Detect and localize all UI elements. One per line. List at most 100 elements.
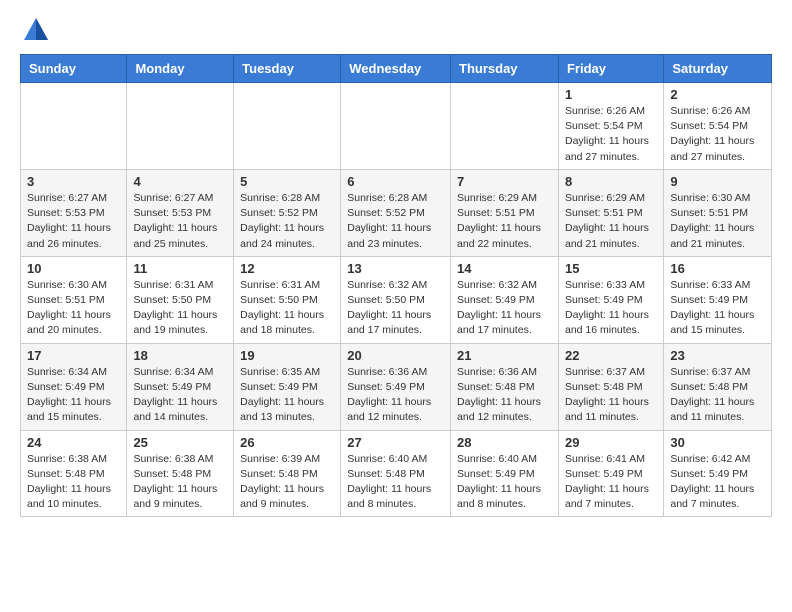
day-info: Sunrise: 6:42 AMSunset: 5:49 PMDaylight:… [670, 452, 765, 513]
day-info: Sunrise: 6:41 AMSunset: 5:49 PMDaylight:… [565, 452, 657, 513]
calendar-cell [234, 83, 341, 170]
calendar-cell: 7 Sunrise: 6:29 AMSunset: 5:51 PMDaylight… [451, 169, 559, 256]
day-info: Sunrise: 6:30 AMSunset: 5:51 PMDaylight:… [27, 278, 120, 339]
day-number: 30 [670, 435, 765, 450]
day-number: 29 [565, 435, 657, 450]
day-number: 16 [670, 261, 765, 276]
day-info: Sunrise: 6:27 AMSunset: 5:53 PMDaylight:… [133, 191, 227, 252]
day-number: 25 [133, 435, 227, 450]
calendar-cell: 20Sunrise: 6:36 AMSunset: 5:49 PMDayligh… [341, 343, 451, 430]
calendar-cell: 6Sunrise: 6:28 AMSunset: 5:52 PMDaylight… [341, 169, 451, 256]
day-info: Sunrise: 6:29 AMSunset: 5:51 PMDaylight:… [457, 191, 552, 252]
calendar-cell: 26Sunrise: 6:39 AMSunset: 5:48 PMDayligh… [234, 430, 341, 517]
day-number: 13 [347, 261, 444, 276]
day-number: 26 [240, 435, 334, 450]
calendar-cell: 21 Sunrise: 6:36 AMSunset: 5:48 PMDayligh… [451, 343, 559, 430]
day-info: Sunrise: 6:33 AMSunset: 5:49 PMDaylight:… [565, 278, 657, 339]
day-info: Sunrise: 6:37 AMSunset: 5:48 PMDaylight:… [565, 365, 657, 426]
day-number: 24 [27, 435, 120, 450]
day-info: Sunrise: 6:26 AMSunset: 5:54 PMDaylight:… [670, 104, 765, 165]
calendar-cell: 12 Sunrise: 6:31 AMSunset: 5:50 PMDayligh… [234, 256, 341, 343]
day-info: Sunrise: 6:40 AMSunset: 5:48 PMDaylight:… [347, 452, 444, 513]
day-info: Sunrise: 6:37 AMSunset: 5:48 PMDaylight:… [670, 365, 765, 426]
day-number: 21 [457, 348, 552, 363]
calendar-cell: 2 Sunrise: 6:26 AMSunset: 5:54 PMDaylight… [664, 83, 772, 170]
day-number: 28 [457, 435, 552, 450]
day-info: Sunrise: 6:27 AMSunset: 5:53 PMDaylight:… [27, 191, 120, 252]
day-number: 12 [240, 261, 334, 276]
day-info: Sunrise: 6:32 AMSunset: 5:50 PMDaylight:… [347, 278, 444, 339]
day-info: Sunrise: 6:31 AMSunset: 5:50 PMDaylight:… [133, 278, 227, 339]
col-header-monday: Monday [127, 55, 234, 83]
calendar-cell: 1 Sunrise: 6:26 AMSunset: 5:54 PMDaylight… [558, 83, 663, 170]
day-number: 7 [457, 174, 552, 189]
day-info: Sunrise: 6:35 AMSunset: 5:49 PMDaylight:… [240, 365, 334, 426]
calendar-cell: 25 Sunrise: 6:38 AMSunset: 5:48 PMDayligh… [127, 430, 234, 517]
col-header-sunday: Sunday [21, 55, 127, 83]
calendar-cell: 24 Sunrise: 6:38 AMSunset: 5:48 PMDayligh… [21, 430, 127, 517]
day-info: Sunrise: 6:29 AMSunset: 5:51 PMDaylight:… [565, 191, 657, 252]
day-info: Sunrise: 6:31 AMSunset: 5:50 PMDaylight:… [240, 278, 334, 339]
calendar-cell: 8 Sunrise: 6:29 AMSunset: 5:51 PMDaylight… [558, 169, 663, 256]
calendar-cell: 13 Sunrise: 6:32 AMSunset: 5:50 PMDayligh… [341, 256, 451, 343]
day-info: Sunrise: 6:26 AMSunset: 5:54 PMDaylight:… [565, 104, 657, 165]
day-number: 3 [27, 174, 120, 189]
calendar-cell: 4 Sunrise: 6:27 AMSunset: 5:53 PMDaylight… [127, 169, 234, 256]
day-number: 15 [565, 261, 657, 276]
calendar-cell: 16 Sunrise: 6:33 AMSunset: 5:49 PMDayligh… [664, 256, 772, 343]
calendar-cell [451, 83, 559, 170]
day-number: 23 [670, 348, 765, 363]
calendar-cell: 10 Sunrise: 6:30 AMSunset: 5:51 PMDayligh… [21, 256, 127, 343]
calendar-cell: 22 Sunrise: 6:37 AMSunset: 5:48 PMDayligh… [558, 343, 663, 430]
day-number: 8 [565, 174, 657, 189]
day-number: 18 [133, 348, 227, 363]
header [20, 16, 772, 44]
calendar-week-row: 1 Sunrise: 6:26 AMSunset: 5:54 PMDaylight… [21, 83, 772, 170]
calendar-cell: 27 Sunrise: 6:40 AMSunset: 5:48 PMDayligh… [341, 430, 451, 517]
calendar-cell: 17 Sunrise: 6:34 AMSunset: 5:49 PMDayligh… [21, 343, 127, 430]
calendar-week-row: 24 Sunrise: 6:38 AMSunset: 5:48 PMDayligh… [21, 430, 772, 517]
calendar-cell: 3 Sunrise: 6:27 AMSunset: 5:53 PMDaylight… [21, 169, 127, 256]
day-number: 27 [347, 435, 444, 450]
day-number: 9 [670, 174, 765, 189]
calendar-cell [21, 83, 127, 170]
calendar-cell: 14 Sunrise: 6:32 AMSunset: 5:49 PMDayligh… [451, 256, 559, 343]
calendar-week-row: 3 Sunrise: 6:27 AMSunset: 5:53 PMDaylight… [21, 169, 772, 256]
day-number: 22 [565, 348, 657, 363]
day-info: Sunrise: 6:30 AMSunset: 5:51 PMDaylight:… [670, 191, 765, 252]
calendar-header-row: SundayMondayTuesdayWednesdayThursdayFrid… [21, 55, 772, 83]
calendar-week-row: 17 Sunrise: 6:34 AMSunset: 5:49 PMDayligh… [21, 343, 772, 430]
day-number: 4 [133, 174, 227, 189]
calendar-cell: 5 Sunrise: 6:28 AMSunset: 5:52 PMDaylight… [234, 169, 341, 256]
calendar-cell: 23 Sunrise: 6:37 AMSunset: 5:48 PMDayligh… [664, 343, 772, 430]
calendar-table: SundayMondayTuesdayWednesdayThursdayFrid… [20, 54, 772, 517]
calendar-cell [127, 83, 234, 170]
calendar-cell: 19 Sunrise: 6:35 AMSunset: 5:49 PMDayligh… [234, 343, 341, 430]
day-info: Sunrise: 6:32 AMSunset: 5:49 PMDaylight:… [457, 278, 552, 339]
day-info: Sunrise: 6:38 AMSunset: 5:48 PMDaylight:… [27, 452, 120, 513]
day-number: 1 [565, 87, 657, 102]
day-info: Sunrise: 6:34 AMSunset: 5:49 PMDaylight:… [133, 365, 227, 426]
day-number: 17 [27, 348, 120, 363]
day-number: 10 [27, 261, 120, 276]
calendar-week-row: 10 Sunrise: 6:30 AMSunset: 5:51 PMDayligh… [21, 256, 772, 343]
day-info: Sunrise: 6:38 AMSunset: 5:48 PMDaylight:… [133, 452, 227, 513]
calendar-cell: 18 Sunrise: 6:34 AMSunset: 5:49 PMDayligh… [127, 343, 234, 430]
day-number: 5 [240, 174, 334, 189]
day-info: Sunrise: 6:36 AMSunset: 5:48 PMDaylight:… [457, 365, 552, 426]
day-number: 6 [347, 174, 444, 189]
day-info: Sunrise: 6:33 AMSunset: 5:49 PMDaylight:… [670, 278, 765, 339]
col-header-saturday: Saturday [664, 55, 772, 83]
calendar-cell: 29 Sunrise: 6:41 AMSunset: 5:49 PMDayligh… [558, 430, 663, 517]
col-header-tuesday: Tuesday [234, 55, 341, 83]
calendar-cell: 15 Sunrise: 6:33 AMSunset: 5:49 PMDayligh… [558, 256, 663, 343]
day-number: 2 [670, 87, 765, 102]
day-number: 19 [240, 348, 334, 363]
col-header-friday: Friday [558, 55, 663, 83]
col-header-thursday: Thursday [451, 55, 559, 83]
day-number: 14 [457, 261, 552, 276]
logo [20, 16, 50, 44]
day-number: 11 [133, 261, 227, 276]
day-info: Sunrise: 6:34 AMSunset: 5:49 PMDaylight:… [27, 365, 120, 426]
day-info: Sunrise: 6:28 AMSunset: 5:52 PMDaylight:… [240, 191, 334, 252]
